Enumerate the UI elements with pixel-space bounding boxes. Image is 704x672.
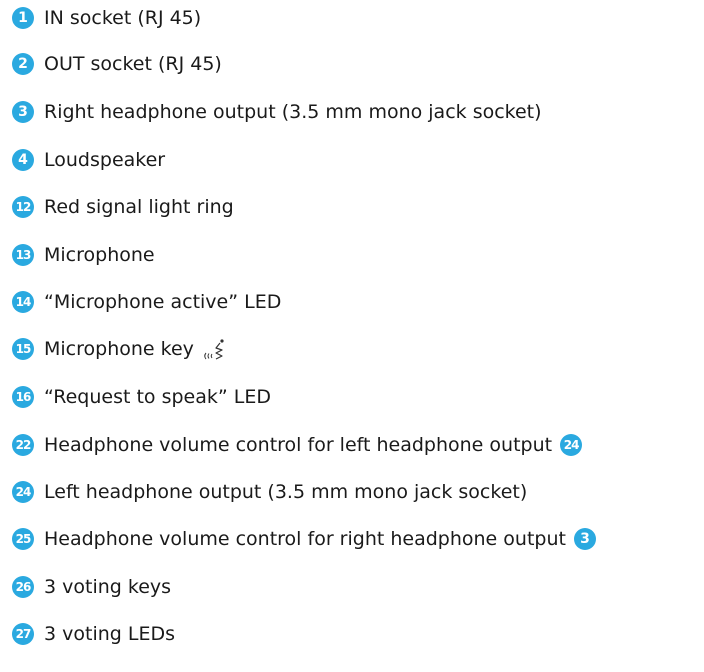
item-label: Headphone volume control for right headp… [44,528,566,550]
item-label: 3 voting keys [44,576,172,598]
item-label: OUT socket (RJ 45) [44,53,222,75]
list-item: 24 Left headphone output (3.5 mm mono ja… [12,480,527,504]
item-number-badge: 1 [12,7,34,29]
reference-number-badge: 24 [560,434,583,456]
item-number-badge: 2 [12,53,34,75]
list-item: 15 Microphone key [12,337,230,361]
item-label: Headphone volume control for left headph… [44,434,553,456]
list-item: 25 Headphone volume control for right he… [12,527,596,551]
item-label: Microphone [44,244,155,266]
item-label: 3 voting LEDs [44,623,175,645]
list-item: 13 Microphone [12,243,155,267]
list-item: 12 Red signal light ring [12,195,234,219]
item-number-badge: 15 [12,338,34,360]
item-number-badge: 3 [12,101,34,123]
item-number-badge: 4 [12,149,34,171]
list-item: 4 Loudspeaker [12,148,165,172]
item-label: Right headphone output (3.5 mm mono jack… [44,101,542,123]
item-number-badge: 22 [12,434,34,456]
list-item: 27 3 voting LEDs [12,622,175,646]
list-item: 3 Right headphone output (3.5 mm mono ja… [12,100,542,124]
item-label: “Request to speak” LED [44,386,271,408]
item-number-badge: 25 [12,528,34,550]
item-number-badge: 26 [12,576,34,598]
item-label: IN socket (RJ 45) [44,7,202,29]
item-number-badge: 14 [12,291,34,313]
list-item: 16 “Request to speak” LED [12,385,271,409]
item-number-badge: 12 [12,196,34,218]
item-number-badge: 27 [12,623,34,645]
item-label: “Microphone active” LED [44,291,282,313]
list-item: 2 OUT socket (RJ 45) [12,52,222,76]
item-label: Red signal light ring [44,196,234,218]
item-number-badge: 13 [12,244,34,266]
item-label: Loudspeaker [44,149,166,171]
list-item: 22 Headphone volume control for left hea… [12,433,583,457]
reference-number-badge: 3 [573,528,596,550]
list-item: 1 IN socket (RJ 45) [12,6,201,30]
item-number-badge: 24 [12,481,34,503]
item-number-badge: 16 [12,386,34,408]
item-label: Left headphone output (3.5 mm mono jack … [44,481,528,503]
microphone-key-icon [204,339,224,360]
item-label: Microphone key [44,338,194,360]
list-item: 14 “Microphone active” LED [12,290,281,314]
list-item: 26 3 voting keys [12,575,171,599]
